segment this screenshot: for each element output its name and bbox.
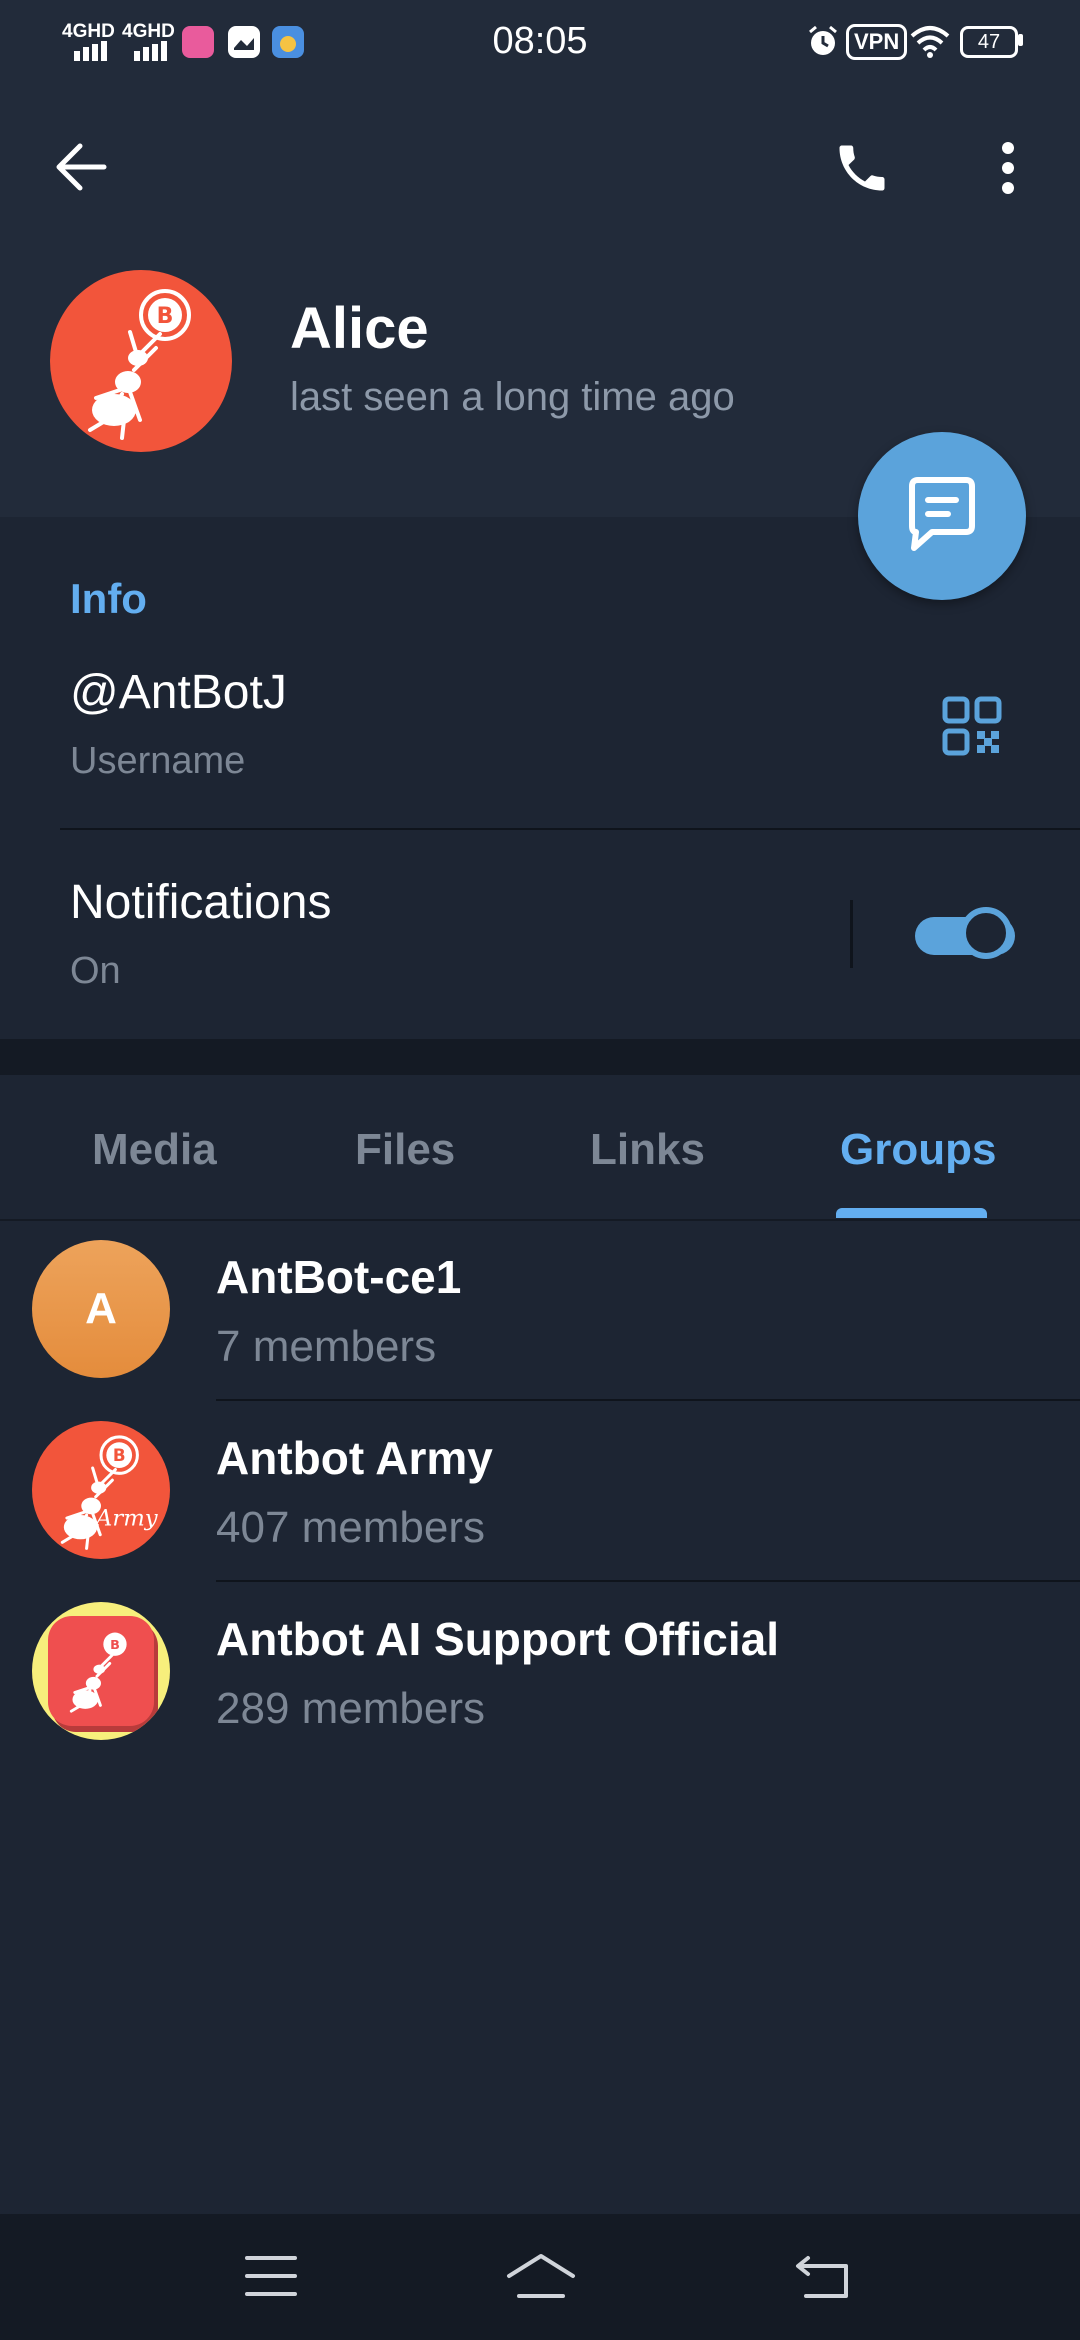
toggle-knob [960,907,1012,959]
group-name: Antbot AI Support Official [216,1613,780,1665]
more-vertical-icon[interactable] [996,140,1020,196]
svg-text:B: B [157,304,174,329]
row-divider [60,828,1080,830]
group-member-count: 407 members [216,1503,486,1552]
last-seen-status: last seen a long time ago [290,375,735,419]
group-name: Antbot Army [216,1432,493,1484]
wifi-icon [910,26,950,58]
tab-media[interactable]: Media [92,1125,217,1175]
ant-logo-icon: B [88,289,191,440]
group-avatar: B [32,1602,170,1740]
group-member-count: 7 members [216,1322,437,1371]
alarm-icon [809,25,837,55]
back-arrow-icon[interactable] [54,140,112,194]
ant-logo-icon: B Army [60,1435,159,1550]
section-gap [0,1039,1080,1075]
info-section-label: Info [70,575,147,622]
ant-logo-icon: B [69,1632,127,1713]
username-caption: Username [70,740,246,782]
profile-name: Alice [290,296,429,361]
tab-links[interactable]: Links [590,1125,705,1175]
vertical-separator [850,900,853,968]
back-return-icon[interactable] [794,2252,852,2300]
profile-avatar[interactable]: B [50,270,232,452]
status-bar: 4GHD 4GHD 08:05 VPN 47 [0,0,1080,80]
home-icon[interactable] [505,2250,577,2300]
username-value: @AntBotJ [70,666,287,719]
group-avatar: B Army [32,1421,170,1559]
svg-text:B: B [110,1638,120,1653]
vpn-indicator: VPN [846,24,908,60]
group-name: AntBot-ce1 [216,1251,462,1303]
group-member-count: 289 members [216,1684,486,1733]
send-message-button[interactable] [858,432,1026,600]
qr-code-icon[interactable] [942,696,1002,756]
svg-text:B: B [113,1446,126,1465]
tab-files[interactable]: Files [355,1125,455,1175]
avatar-script-text: Army [94,1506,159,1532]
battery-tip [1018,34,1023,46]
avatar-letter: A [85,1284,117,1333]
notifications-label: Notifications [70,876,332,929]
chat-bubble-icon [909,477,975,551]
menu-lines-icon[interactable] [244,2254,298,2298]
battery-indicator: 47 [960,26,1018,58]
notifications-value: On [70,950,121,992]
tab-groups[interactable]: Groups [840,1125,996,1175]
group-avatar: A [32,1240,170,1378]
phone-icon[interactable] [832,138,892,198]
active-tab-indicator [836,1208,987,1218]
